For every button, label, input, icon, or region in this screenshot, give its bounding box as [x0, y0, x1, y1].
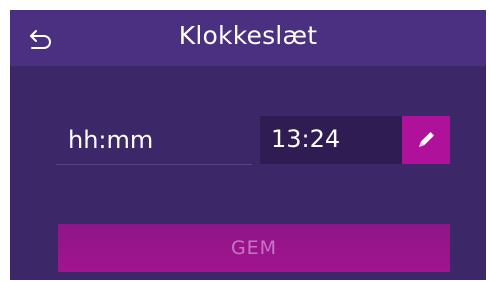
page-title: Klokkeslæt: [178, 21, 318, 50]
time-format-label: hh:mm: [68, 126, 154, 154]
time-value: 13:24: [271, 125, 341, 153]
time-format-label-field: hh:mm: [56, 116, 252, 165]
undo-arrow-icon: [30, 30, 51, 49]
back-button[interactable]: [26, 22, 58, 54]
app-screen: Klokkeslæt hh:mm 13:24 GEM: [10, 10, 486, 280]
pencil-icon: [419, 132, 434, 147]
time-input[interactable]: 13:24: [260, 116, 402, 164]
edit-time-button[interactable]: [402, 116, 450, 164]
save-button[interactable]: GEM: [58, 224, 450, 272]
header-bar: Klokkeslæt: [10, 10, 486, 66]
